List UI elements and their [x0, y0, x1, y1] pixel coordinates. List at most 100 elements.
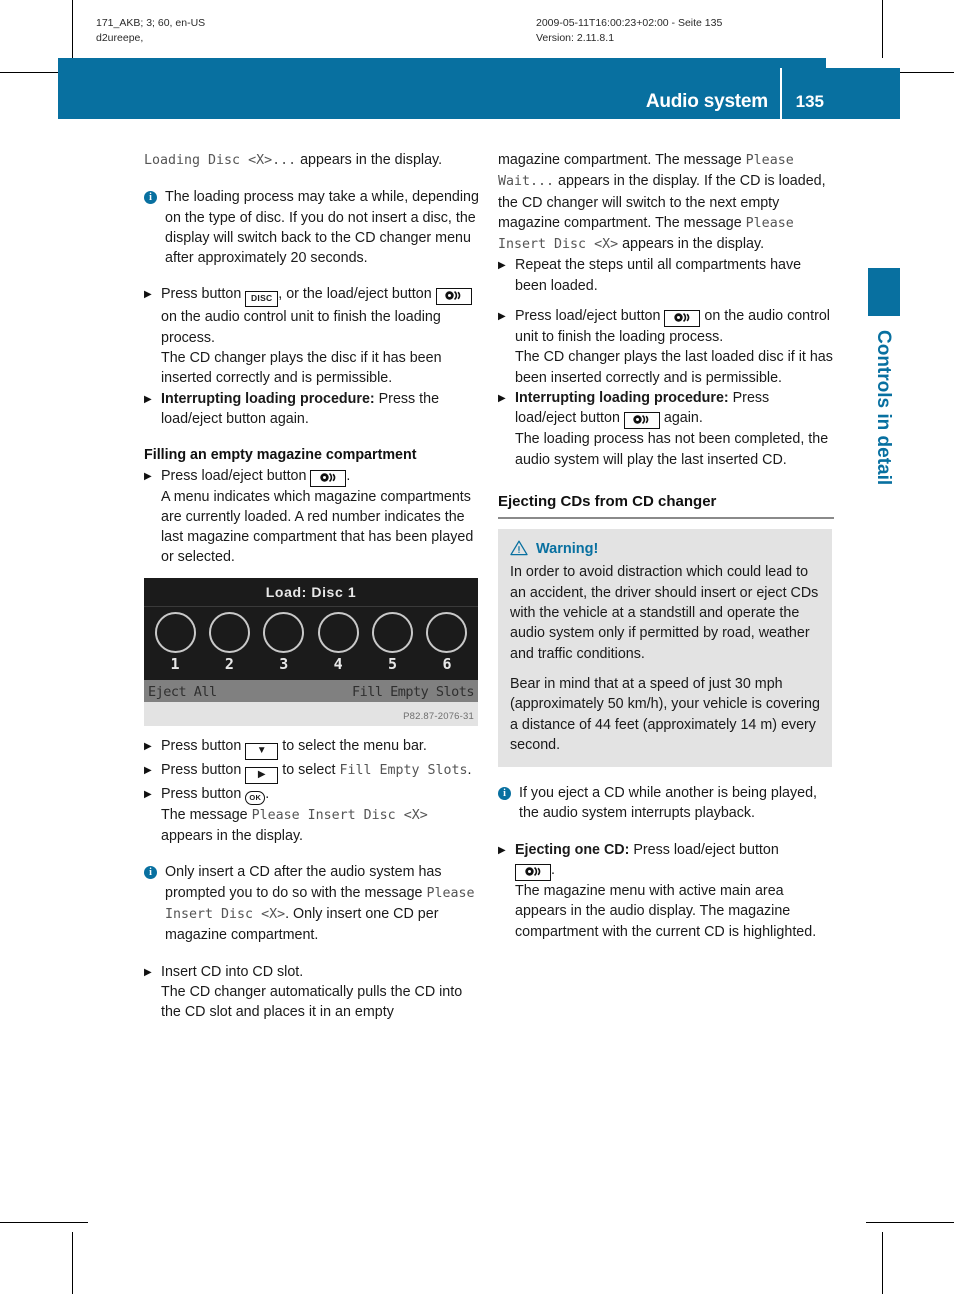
figure-slot-row: 1 2 3 4 5 6	[150, 611, 472, 674]
crop-mark-bottom-left	[0, 1222, 88, 1223]
intro-message: Loading Disc <X>...	[144, 153, 297, 168]
step-interrupt-right-bold: Interrupting loading procedure:	[515, 389, 729, 406]
warning-title: Warning!	[536, 541, 599, 558]
magazine-slot[interactable]: 3	[259, 611, 309, 674]
step-select-menu-bar-suffix: to select the menu bar.	[278, 737, 427, 754]
figure-screen: Load: Disc 1 1 2 3 4 5 6 Eject All Fill …	[144, 577, 478, 702]
step-repeat-until-loaded: Repeat the steps until all compartments …	[498, 255, 834, 296]
warning-heading: Warning!	[510, 539, 820, 559]
step-press-ok-prefix: Press button	[161, 785, 246, 802]
step-press-load-eject-finish: Press load/eject button on the audio con…	[498, 306, 834, 388]
load-eject-button-key[interactable]	[435, 288, 472, 306]
figure-screen-title: Load: Disc 1	[265, 583, 357, 600]
step-select-menu-bar: Press button ▼ to select the menu bar.	[144, 736, 480, 760]
arrow-down-button-key[interactable]: ▼	[245, 742, 279, 760]
step-select-menu-bar-prefix: Press button	[161, 737, 246, 754]
print-meta: 171_AKB; 3; 60, en-US d2ureepe, 2009-05-…	[96, 16, 858, 60]
disc-circle-icon	[263, 611, 305, 653]
eject-icon	[445, 289, 462, 303]
page-number: 135	[795, 92, 824, 111]
step-fill-prefix: Press button	[161, 761, 246, 778]
slot-number: 4	[333, 654, 343, 673]
figure-caption-code: P82.87-2076-31	[403, 710, 474, 722]
slot-number: 1	[170, 654, 180, 673]
step-press-load-eject-sub: A menu indicates which magazine compartm…	[161, 488, 474, 566]
print-meta-right: 2009-05-11T16:00:23+02:00 - Seite 135 Ve…	[536, 16, 722, 46]
print-meta-left: 171_AKB; 3; 60, en-US d2ureepe,	[96, 16, 205, 46]
print-meta-right-line1: 2009-05-11T16:00:23+02:00 - Seite 135	[536, 17, 723, 29]
arrow-right-button-key[interactable]: ▶	[245, 766, 279, 784]
step-interrupt-loading: Interrupting loading procedure: Press th…	[144, 389, 480, 430]
warning-triangle-icon	[510, 540, 528, 556]
step-interrupt-right-rest: again.	[659, 410, 703, 427]
section-heading-ejecting-cds: Ejecting CDs from CD changer	[498, 492, 834, 520]
crop-mark-left-top	[72, 0, 73, 62]
info-icon: i	[144, 191, 157, 205]
menu-item-eject-all[interactable]: Eject All	[148, 682, 217, 702]
header-notch	[826, 58, 900, 68]
menu-item-fill-empty-slots[interactable]: Fill Empty Slots	[352, 682, 475, 702]
magazine-slot[interactable]: 1	[150, 611, 200, 674]
magazine-slot[interactable]: 4	[313, 611, 363, 674]
magazine-slot[interactable]: 2	[204, 611, 254, 674]
print-meta-left-line2: d2ureepe,	[96, 32, 144, 44]
slot-number: 3	[279, 654, 289, 673]
step-insert-cd: Insert CD into CD slot. The CD changer a…	[144, 962, 480, 1023]
intro-after: appears in the display.	[296, 152, 443, 168]
step-press-ok-sub-suffix: appears in the display.	[161, 828, 303, 845]
step-interrupt-loading-bold: Interrupting loading procedure:	[161, 390, 375, 407]
step-fill-mono: Fill Empty Slots	[339, 762, 468, 778]
note-loading-process: i The loading process may take a while, …	[144, 187, 480, 268]
step-eject-one-suffix: .	[551, 862, 555, 879]
print-meta-right-line2: Version: 2.11.8.1	[536, 32, 615, 44]
page-header-bar: Audio system 135	[58, 58, 900, 119]
warning-box: Warning! In order to avoid distraction w…	[498, 529, 832, 768]
step-press-disc: Press button DISC, or the load/eject but…	[144, 284, 480, 388]
slot-number: 6	[442, 654, 452, 673]
continuation-part1: magazine compartment. The message	[498, 152, 746, 168]
warning-paragraph-1: In order to avoid distraction which coul…	[510, 564, 819, 662]
magazine-slot[interactable]: 5	[368, 611, 418, 674]
load-eject-button-key[interactable]	[623, 412, 660, 430]
load-eject-button-key[interactable]	[664, 310, 701, 328]
eject-icon	[320, 471, 337, 485]
figure-menu-bar: Eject All Fill Empty Slots	[144, 679, 478, 702]
step-eject-one-bold: Ejecting one CD:	[515, 841, 630, 858]
step-select-fill-empty-slots: Press button ▶ to select Fill Empty Slot…	[144, 760, 480, 784]
step-interrupt-right-sub: The loading process has not been complet…	[515, 431, 829, 468]
note-only-insert-after-prompt: i Only insert a CD after the audio syste…	[144, 862, 480, 945]
load-eject-button-key[interactable]	[515, 864, 551, 882]
print-meta-left-line1: 171_AKB; 3; 60, en-US	[96, 17, 206, 29]
step-insert-cd-main: Insert CD into CD slot.	[161, 963, 304, 980]
continuation-paragraph: magazine compartment. The message Please…	[498, 150, 834, 255]
heading-filling-empty-magazine: Filling an empty magazine compartment	[144, 447, 417, 464]
step-ejecting-one-cd: Ejecting one CD: Press load/eject button…	[498, 840, 834, 942]
step-press-disc-prefix: Press button	[161, 286, 246, 303]
step-press-disc-suffix: on the audio control unit to finish the …	[161, 309, 441, 346]
ok-button-key[interactable]: OK	[245, 790, 266, 805]
note-eject-interrupts-playback: i If you eject a CD while another is bei…	[498, 783, 834, 824]
figure-caption: P82.87-2076-31	[144, 701, 478, 726]
note-only-insert-part1: Only insert a CD after the audio system …	[165, 864, 442, 901]
intro-paragraph: Loading Disc <X>... appears in the displ…	[144, 150, 480, 171]
step-press-ok-sub-mono: Please Insert Disc <X>	[251, 807, 428, 823]
figure-title-rule	[144, 605, 478, 607]
step-eject-one-keyline: .	[515, 860, 834, 882]
warning-paragraph-2: Bear in mind that at a speed of just 30 …	[510, 675, 820, 753]
page-title: Audio system	[645, 91, 768, 112]
magazine-slot[interactable]: 6	[422, 611, 472, 674]
note-loading-text: The loading process may take a while, de…	[165, 189, 479, 267]
crop-mark-left-bottom	[72, 1232, 73, 1294]
step-fill-middle: to select	[278, 761, 340, 778]
load-eject-button-key[interactable]	[310, 469, 347, 487]
step-press-load-eject-suffix: .	[346, 467, 351, 484]
chapter-thumb-tab	[868, 268, 900, 316]
step-fill-suffix: .	[467, 761, 472, 778]
crop-mark-right-top	[882, 0, 883, 62]
step-press-disc-middle: , or the load/eject button	[278, 286, 436, 303]
continuation-part3: appears in the display.	[618, 236, 765, 253]
disc-button-key[interactable]: DISC	[245, 291, 279, 308]
header-divider	[780, 68, 782, 119]
chapter-thumb-label: Controls in detail	[873, 330, 894, 486]
eject-icon	[633, 413, 650, 427]
